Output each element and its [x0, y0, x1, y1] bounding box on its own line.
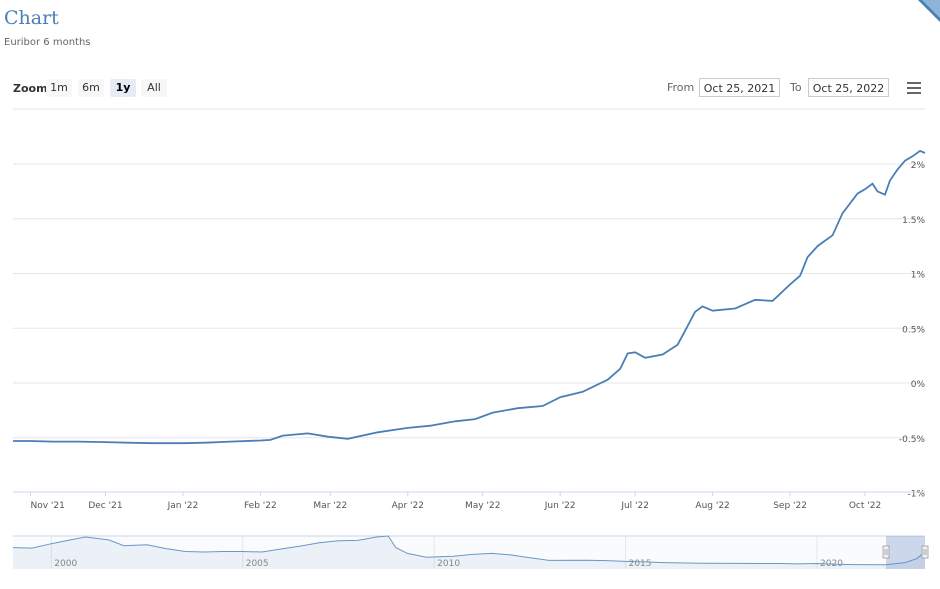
x-tick-label: Sep '22 — [773, 501, 807, 511]
x-tick-label: Jul '22 — [620, 501, 649, 511]
series-line — [13, 149, 926, 445]
x-tick-label: Oct '22 — [849, 501, 881, 511]
x-tick-label: Jun '22 — [544, 501, 576, 511]
y-tick-label: 0% — [911, 380, 926, 390]
navigator-handle-left[interactable] — [882, 545, 890, 559]
y-tick-label: 1.5% — [902, 216, 925, 226]
navigator[interactable]: 20002005201020152020 — [12, 535, 929, 569]
x-tick-label: Jan '22 — [167, 501, 199, 511]
y-tick-label: 2% — [911, 161, 926, 171]
x-tick-label: Mar '22 — [313, 501, 347, 511]
x-tick-label: Nov '21 — [30, 501, 64, 511]
y-tick-label: -0.5% — [899, 435, 926, 445]
y-axis: 2% 1.5% 1% 0.5% 0% -0.5% -1% — [899, 161, 926, 500]
chart-canvas: 2% 1.5% 1% 0.5% 0% -0.5% -1% Nov '21 Dec '21 Jan… — [12, 108, 929, 569]
x-tick-label: Dec '21 — [88, 501, 122, 511]
y-tick-label: 1% — [911, 271, 926, 281]
x-tick-label: May '22 — [465, 501, 500, 511]
y-tick-label: 0.5% — [902, 325, 925, 335]
y-tick-label: -1% — [907, 490, 925, 500]
grid-lines — [13, 163, 925, 439]
x-tick-label: Apr '22 — [392, 501, 424, 511]
x-tick-label: Feb '22 — [244, 501, 277, 511]
x-tick-label: Aug '22 — [695, 501, 729, 511]
navigator-handle-right[interactable] — [921, 545, 929, 559]
navigator-selected-range[interactable] — [886, 536, 925, 569]
x-axis: Nov '21 Dec '21 Jan '22 Feb '22 Mar '22 Apr '… — [29, 492, 881, 511]
